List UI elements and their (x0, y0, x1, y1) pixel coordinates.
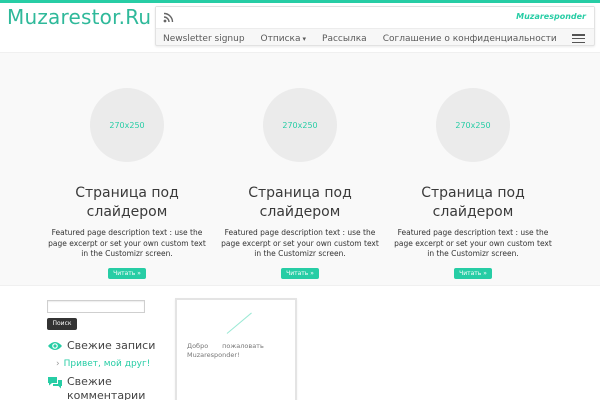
navbar-top-row: Muzaresponder (156, 7, 594, 29)
menu-item-unsubscribe[interactable]: Отписка ▾ (253, 34, 314, 44)
featured-page-2: 270x250 Страница под слайдером Featured … (220, 88, 380, 279)
read-more-button[interactable]: Читать » (108, 267, 146, 279)
read-more-button[interactable]: Читать » (281, 267, 319, 279)
menu-icon[interactable] (572, 34, 585, 43)
featured-description: Featured page description text : use the… (221, 228, 379, 258)
search-button[interactable]: Поиск (47, 318, 77, 330)
comments-icon (48, 377, 62, 389)
recent-comments-title: Свежие комментарии (67, 375, 146, 400)
site-logo[interactable]: Muzarestor.Ru (7, 5, 151, 29)
eye-icon (48, 342, 62, 350)
featured-title[interactable]: Страница под слайдером (393, 184, 553, 222)
featured-thumbnail[interactable]: 270x250 (90, 88, 164, 162)
menu-item-privacy[interactable]: Соглашение о конфиденциальности (375, 34, 565, 44)
recent-post-link-label: Привет, мой друг! (63, 359, 151, 369)
featured-thumbnail[interactable]: 270x250 (436, 88, 510, 162)
recent-posts-heading: Свежие записи (47, 339, 155, 353)
navbar: Muzaresponder Newsletter signup Отписка ▾… (155, 6, 595, 46)
recent-posts-title: Свежие записи (67, 339, 156, 352)
menu-item-mailing[interactable]: Рассылка (314, 34, 375, 44)
recent-post-link[interactable]: › Привет, мой друг! (56, 359, 150, 369)
featured-description: Featured page description text : use the… (394, 228, 552, 258)
featured-title[interactable]: Страница под слайдером (220, 184, 380, 222)
recent-comments-heading: Свежие комментарии (47, 375, 157, 400)
chevron-right-icon: › (56, 359, 60, 369)
chevron-down-icon: ▾ (302, 35, 307, 43)
post-decoration-line (226, 312, 252, 334)
main-menu: Newsletter signup Отписка ▾ Рассылка Согл… (156, 31, 565, 47)
post-card[interactable]: Добро пожаловать Muzaresponder! (175, 298, 297, 400)
featured-page-3: 270x250 Страница под слайдером Featured … (393, 88, 553, 279)
post-excerpt-line2: Muzaresponder! (187, 351, 240, 359)
post-excerpt-word1: Добро (187, 342, 209, 350)
featured-pages-section: 270x250 Страница под слайдером Featured … (0, 52, 600, 286)
featured-description: Featured page description text : use the… (48, 228, 206, 258)
menu-item-newsletter-signup[interactable]: Newsletter signup (156, 34, 253, 44)
post-excerpt-word2: пожаловать (222, 342, 264, 350)
featured-page-1: 270x250 Страница под слайдером Featured … (47, 88, 207, 279)
rss-icon[interactable] (163, 12, 174, 23)
read-more-button[interactable]: Читать » (454, 267, 492, 279)
menu-item-unsubscribe-label: Отписка (260, 34, 301, 44)
featured-thumbnail[interactable]: 270x250 (263, 88, 337, 162)
site-tagline: Muzaresponder (516, 12, 586, 21)
top-accent-bar (0, 0, 600, 3)
featured-title[interactable]: Страница под слайдером (47, 184, 207, 222)
search-input[interactable] (47, 300, 145, 313)
post-excerpt: Добро пожаловать Muzaresponder! (187, 342, 277, 360)
